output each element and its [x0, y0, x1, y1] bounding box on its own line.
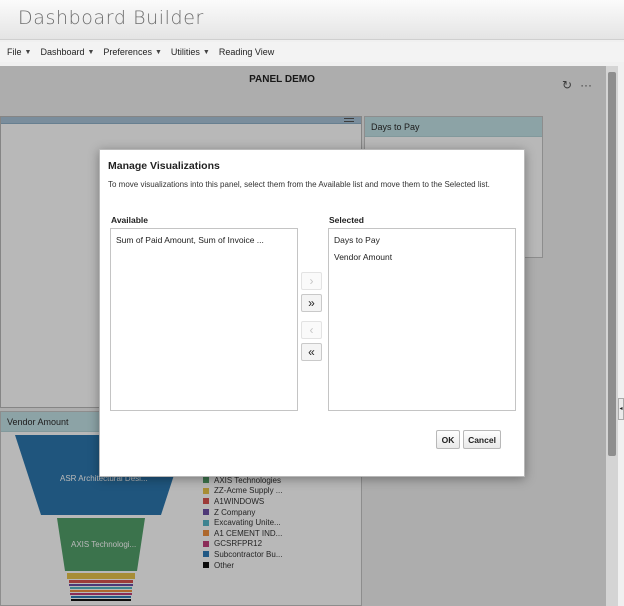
move-all-left-button[interactable]: « [301, 343, 322, 361]
app-header: Dashboard Builder [0, 0, 624, 40]
app-title: Dashboard Builder [18, 7, 204, 29]
available-list[interactable]: Sum of Paid Amount, Sum of Invoice ... [110, 228, 298, 411]
menu-reading-view[interactable]: Reading View [219, 47, 274, 57]
list-item[interactable]: Vendor Amount [329, 249, 515, 266]
list-item[interactable]: Sum of Paid Amount, Sum of Invoice ... [111, 232, 297, 249]
caret-down-icon: ▼ [202, 48, 210, 56]
caret-down-icon: ▼ [24, 48, 32, 56]
dialog-instructions: To move visualizations into this panel, … [108, 180, 490, 189]
menu-dashboard-label: Dashboard [40, 47, 85, 57]
scrollbar-thumb[interactable] [608, 72, 616, 456]
vertical-scrollbar[interactable] [606, 66, 618, 606]
selected-label: Selected [329, 215, 364, 225]
menubar: File ▼ Dashboard ▼ Preferences ▼ Utiliti… [0, 42, 624, 62]
move-one-left-button[interactable]: ‹ [301, 321, 322, 339]
menu-preferences[interactable]: Preferences ▼ [103, 47, 161, 57]
caret-down-icon: ▼ [154, 48, 162, 56]
move-all-right-button[interactable]: » [301, 294, 322, 312]
collapse-side-panel-tab[interactable]: ◂ [618, 398, 624, 420]
cancel-button[interactable]: Cancel [463, 430, 501, 449]
move-one-right-button[interactable]: › [301, 272, 322, 290]
available-label: Available [111, 215, 149, 225]
ok-button[interactable]: OK [436, 430, 460, 449]
list-item[interactable]: Days to Pay [329, 232, 515, 249]
menu-preferences-label: Preferences [103, 47, 152, 57]
caret-down-icon: ▼ [87, 48, 95, 56]
dialog-title: Manage Visualizations [108, 160, 220, 172]
menu-file[interactable]: File ▼ [7, 47, 31, 57]
menu-file-label: File [7, 47, 22, 57]
manage-visualizations-dialog: Manage Visualizations To move visualizat… [99, 149, 525, 477]
menu-utilities-label: Utilities [170, 47, 200, 57]
selected-list[interactable]: Days to Pay Vendor Amount [328, 228, 516, 411]
menu-utilities[interactable]: Utilities ▼ [171, 47, 210, 57]
menu-reading-view-label: Reading View [218, 47, 275, 57]
menu-dashboard[interactable]: Dashboard ▼ [40, 47, 94, 57]
